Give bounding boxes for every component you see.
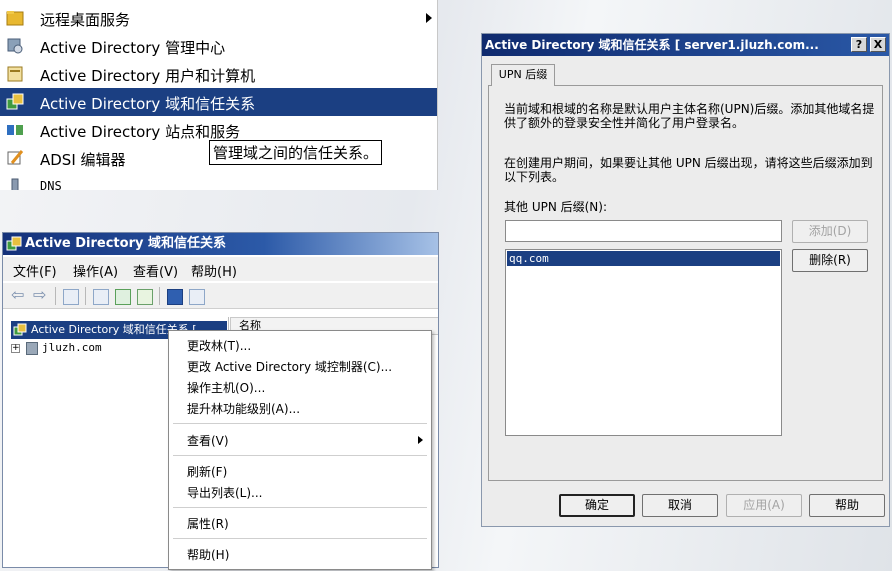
- domain-icon: [26, 341, 38, 355]
- ctx-view[interactable]: 查看(V): [169, 432, 431, 450]
- ad-sites-services-icon: [7, 125, 23, 135]
- menu-item-ad-domains-trusts[interactable]: Active Directory 域和信任关系: [0, 88, 437, 116]
- list-item[interactable]: qq.com: [507, 251, 780, 266]
- menu-view[interactable]: 查看(V): [133, 261, 178, 280]
- help-button[interactable]: 帮助: [809, 494, 885, 517]
- menu-item-dns[interactable]: DNS: [0, 172, 437, 190]
- tree-node-domain[interactable]: + jluzh.com: [11, 341, 102, 355]
- submenu-arrow-icon: [418, 436, 423, 444]
- ctx-properties[interactable]: 属性(R): [169, 515, 431, 533]
- ctx-raise-forest-level[interactable]: 提升林功能级别(A)...: [169, 400, 431, 418]
- forward-icon[interactable]: ⇨: [33, 285, 49, 304]
- menu-action[interactable]: 操作(A): [73, 261, 118, 280]
- apply-button[interactable]: 应用(A): [726, 494, 802, 517]
- admin-tools-menu: 远程桌面服务 Active Directory 管理中心 Active Dire…: [0, 0, 438, 190]
- show-hide-icon[interactable]: [189, 289, 205, 305]
- close-caption-button[interactable]: X: [870, 37, 886, 52]
- back-icon[interactable]: ⇦: [11, 285, 27, 304]
- properties-icon[interactable]: [93, 289, 109, 305]
- mmc-title: Active Directory 域和信任关系: [25, 236, 226, 251]
- ctx-change-dc[interactable]: 更改 Active Directory 域控制器(C)...: [169, 358, 431, 376]
- mmc-title-bar[interactable]: Active Directory 域和信任关系: [3, 233, 438, 255]
- menu-file[interactable]: 文件(F): [13, 261, 57, 280]
- adsi-edit-icon: [7, 150, 24, 165]
- ctx-refresh[interactable]: 刷新(F): [169, 463, 431, 481]
- tab-panel: 当前域和根域的名称是默认用户主体名称(UPN)后缀。添加其他域名提供了额外的登录…: [488, 85, 883, 481]
- folder-icon: [6, 11, 24, 26]
- mmc-toolbar: ⇦ ⇨: [3, 283, 438, 309]
- upn-suffix-input[interactable]: [505, 220, 782, 242]
- ad-domains-trusts-icon: [13, 323, 27, 336]
- menu-item-ad-users-computers[interactable]: Active Directory 用户和计算机: [0, 60, 437, 88]
- menu-help[interactable]: 帮助(H): [191, 261, 237, 280]
- ad-domains-trusts-icon: [6, 93, 24, 110]
- remove-button[interactable]: 删除(R): [792, 249, 868, 272]
- ok-button[interactable]: 确定: [559, 494, 635, 517]
- context-menu: 更改林(T)... 更改 Active Directory 域控制器(C)...…: [168, 330, 432, 570]
- tooltip: 管理域之间的信任关系。: [209, 140, 383, 165]
- export-icon[interactable]: [137, 289, 153, 305]
- dialog-title-bar[interactable]: Active Directory 域和信任关系 [ server1.jluzh.…: [482, 34, 889, 56]
- ad-users-computers-icon: [7, 66, 23, 82]
- upn-suffix-list[interactable]: qq.com: [505, 249, 782, 436]
- ctx-help[interactable]: 帮助(H): [169, 546, 431, 564]
- ctx-export-list[interactable]: 导出列表(L)...: [169, 484, 431, 502]
- ad-domains-trusts-icon: [6, 236, 22, 251]
- submenu-arrow-icon: [426, 13, 432, 23]
- tab-upn-suffix[interactable]: UPN 后缀: [491, 64, 555, 86]
- expand-icon[interactable]: +: [11, 343, 20, 353]
- description-2: 在创建用户期间，如果要让其他 UPN 后缀出现，请将这些后缀添加到以下列表。: [504, 156, 873, 184]
- menu-item-remote-desktop[interactable]: 远程桌面服务: [0, 4, 437, 32]
- cancel-button[interactable]: 取消: [642, 494, 718, 517]
- dialog-title: Active Directory 域和信任关系 [ server1.jluzh.…: [485, 38, 819, 52]
- ad-admin-center-icon: [7, 38, 23, 54]
- mmc-menu-bar: 文件(F) 操作(A) 查看(V) 帮助(H): [3, 257, 438, 281]
- help-icon[interactable]: [167, 289, 183, 305]
- field-label: 其他 UPN 后缀(N):: [504, 200, 608, 214]
- refresh-icon[interactable]: [115, 289, 131, 305]
- add-button[interactable]: 添加(D): [792, 220, 868, 243]
- console-tree-icon[interactable]: [63, 289, 79, 305]
- ctx-change-forest[interactable]: 更改林(T)...: [169, 337, 431, 355]
- menu-item-ad-admin-center[interactable]: Active Directory 管理中心: [0, 32, 437, 60]
- help-caption-button[interactable]: ?: [851, 37, 867, 52]
- dns-icon: [11, 178, 19, 190]
- description-1: 当前域和根域的名称是默认用户主体名称(UPN)后缀。添加其他域名提供了额外的登录…: [504, 102, 875, 130]
- ctx-operations-master[interactable]: 操作主机(O)...: [169, 379, 431, 397]
- upn-suffix-dialog: Active Directory 域和信任关系 [ server1.jluzh.…: [481, 33, 890, 527]
